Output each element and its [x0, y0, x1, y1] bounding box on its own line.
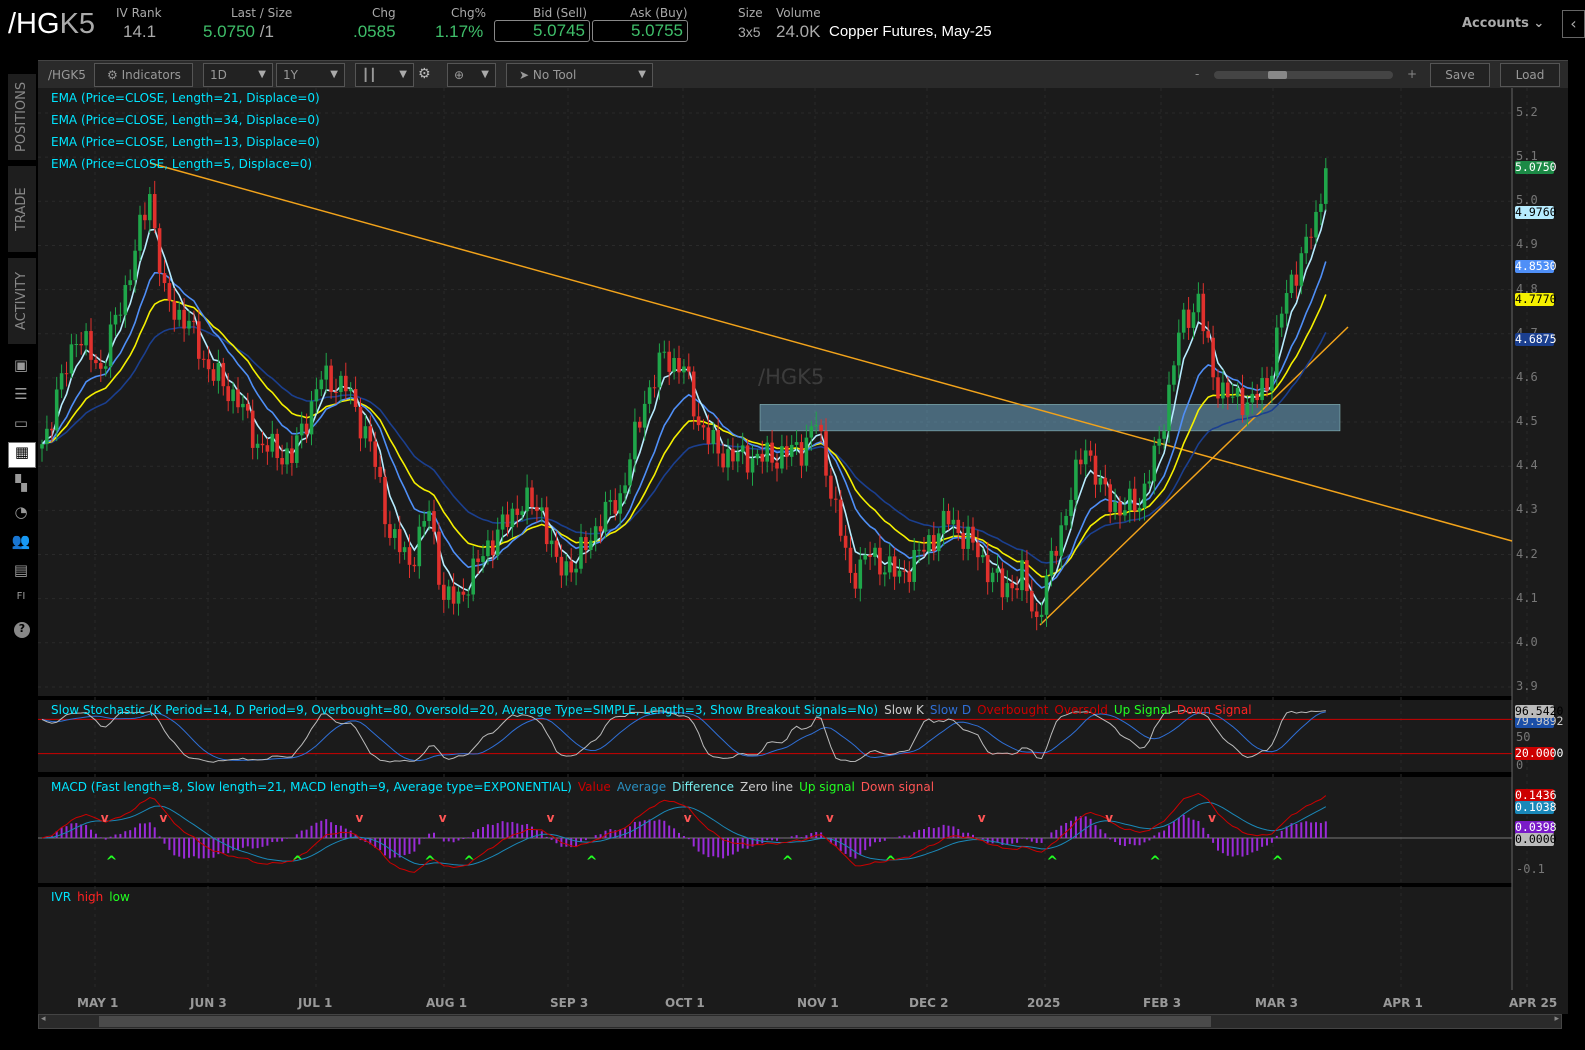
support-zone[interactable] [759, 404, 1341, 432]
legend-down-signal: Down signal [860, 780, 935, 794]
stochastic-legend: Slow Stochastic (K Period=14, D Period=9… [51, 703, 1258, 717]
time-axis-label: DEC 2 [909, 996, 949, 1010]
legend-low: low [109, 890, 130, 904]
time-axis-label: JUN 3 [190, 996, 227, 1010]
up-signal-marker: ^ [1272, 854, 1284, 870]
time-axis-label: APR 1 [1383, 996, 1423, 1010]
scroll-left-icon[interactable]: ◂ [41, 1014, 46, 1024]
macd-title: MACD (Fast length=8, Slow length=21, MAC… [51, 780, 572, 794]
legend-down-signal: Down Signal [1176, 703, 1252, 717]
down-signal-marker: v [978, 811, 986, 825]
price-axis-label: 4.1 [1516, 590, 1538, 605]
time-axis-label: NOV 1 [797, 996, 839, 1010]
time-axis-label: FEB 3 [1143, 996, 1182, 1010]
ema21-legend: EMA (Price=CLOSE, Length=21, Displace=0) [51, 91, 320, 105]
up-signal-marker: ^ [463, 854, 475, 870]
time-axis-label: 2025 [1027, 996, 1061, 1010]
value-axis [1512, 88, 1568, 990]
ivr-panel[interactable] [38, 887, 1512, 990]
price-axis-label: 5.2 [1516, 105, 1538, 119]
price-panel[interactable] [38, 88, 1512, 696]
up-signal-marker: ^ [782, 854, 794, 870]
ema34-legend: EMA (Price=CLOSE, Length=34, Displace=0) [51, 113, 320, 127]
legend-difference: Difference [672, 780, 734, 794]
symbol-watermark: /HGK5 [758, 365, 825, 389]
time-axis-label: OCT 1 [665, 996, 705, 1010]
horizontal-scrollbar[interactable]: ◂ ▸ [38, 1014, 1562, 1029]
ema21-badge: 4.7770 [1515, 292, 1557, 306]
time-axis-label: MAR 3 [1255, 996, 1298, 1010]
down-signal-marker: v [101, 811, 109, 825]
price-axis-label: 4.3 [1516, 502, 1538, 517]
time-axis-label: JUL 1 [298, 996, 333, 1010]
legend-up-signal: Up Signal [1113, 703, 1171, 717]
down-signal-marker: v [547, 811, 555, 825]
up-signal-marker: ^ [586, 854, 598, 870]
stoch-axis-0: 0 [1516, 758, 1524, 772]
slow-k-badge: 96.5420 [1515, 704, 1564, 718]
price-axis-label: 4.2 [1516, 546, 1538, 561]
time-axis-label: AUG 1 [426, 996, 468, 1010]
ivr-title: IVR [51, 890, 72, 904]
ema13-legend: EMA (Price=CLOSE, Length=13, Displace=0) [51, 135, 320, 149]
price-axis-label: 4.4 [1516, 458, 1538, 473]
down-signal-marker: v [356, 811, 364, 825]
legend-value: Value [577, 780, 611, 794]
down-signal-marker: v [684, 811, 692, 825]
macd-average-badge: 0.1038 [1515, 800, 1557, 814]
time-axis-label: SEP 3 [550, 996, 589, 1010]
down-signal-marker: v [1208, 811, 1216, 825]
up-signal-marker: ^ [1046, 854, 1058, 870]
down-signal-marker: v [826, 811, 834, 825]
macd-axis-neg: -0.1 [1516, 862, 1545, 876]
legend-slow-k: Slow K [884, 703, 924, 717]
price-axis-label: 4.6 [1516, 369, 1538, 384]
down-signal-marker: v [160, 811, 168, 825]
price-axis-label: 4.9 [1516, 237, 1538, 252]
macd-legend: MACD (Fast length=8, Slow length=21, MAC… [51, 780, 940, 794]
ema13-badge: 4.8530 [1515, 259, 1557, 273]
price-axis-label: 3.9 [1516, 678, 1538, 693]
up-signal-marker: ^ [292, 854, 304, 870]
macd-zero-badge: 0.0000 [1515, 832, 1557, 846]
candle [437, 522, 441, 590]
down-signal-marker: v [1105, 811, 1113, 825]
legend-oversold: Oversold [1054, 703, 1108, 717]
up-signal-marker: ^ [885, 854, 897, 870]
legend-overbought: Overbought [977, 703, 1049, 717]
scrollbar-thumb[interactable] [99, 1016, 1211, 1027]
legend-zero-line: Zero line [739, 780, 794, 794]
time-axis-label: MAY 1 [77, 996, 119, 1010]
stoch-axis-50: 50 [1516, 730, 1531, 744]
last-price-badge: 5.0750 [1515, 160, 1557, 174]
oversold-badge: 20.0000 [1515, 746, 1564, 760]
up-signal-marker: ^ [106, 854, 118, 870]
legend-average: Average [616, 780, 667, 794]
stochastic-title: Slow Stochastic (K Period=14, D Period=9… [51, 703, 879, 717]
ivr-legend: IVR high low [51, 890, 136, 904]
price-axis-label: 4.5 [1516, 414, 1538, 429]
ema5-legend: EMA (Price=CLOSE, Length=5, Displace=0) [51, 157, 313, 171]
time-axis-label: APR 25 [1509, 996, 1558, 1010]
legend-up-signal: Up signal [799, 780, 855, 794]
scroll-right-icon[interactable]: ▸ [1554, 1014, 1559, 1024]
legend-high: high [77, 890, 104, 904]
price-axis-label: 4.0 [1516, 634, 1538, 649]
up-signal-marker: ^ [1149, 854, 1161, 870]
ema5-badge: 4.9760 [1515, 205, 1557, 219]
legend-slow-d: Slow D [929, 703, 972, 717]
up-signal-marker: ^ [424, 854, 436, 870]
ema34-badge: 4.6875 [1515, 332, 1557, 346]
down-signal-marker: v [439, 811, 447, 825]
